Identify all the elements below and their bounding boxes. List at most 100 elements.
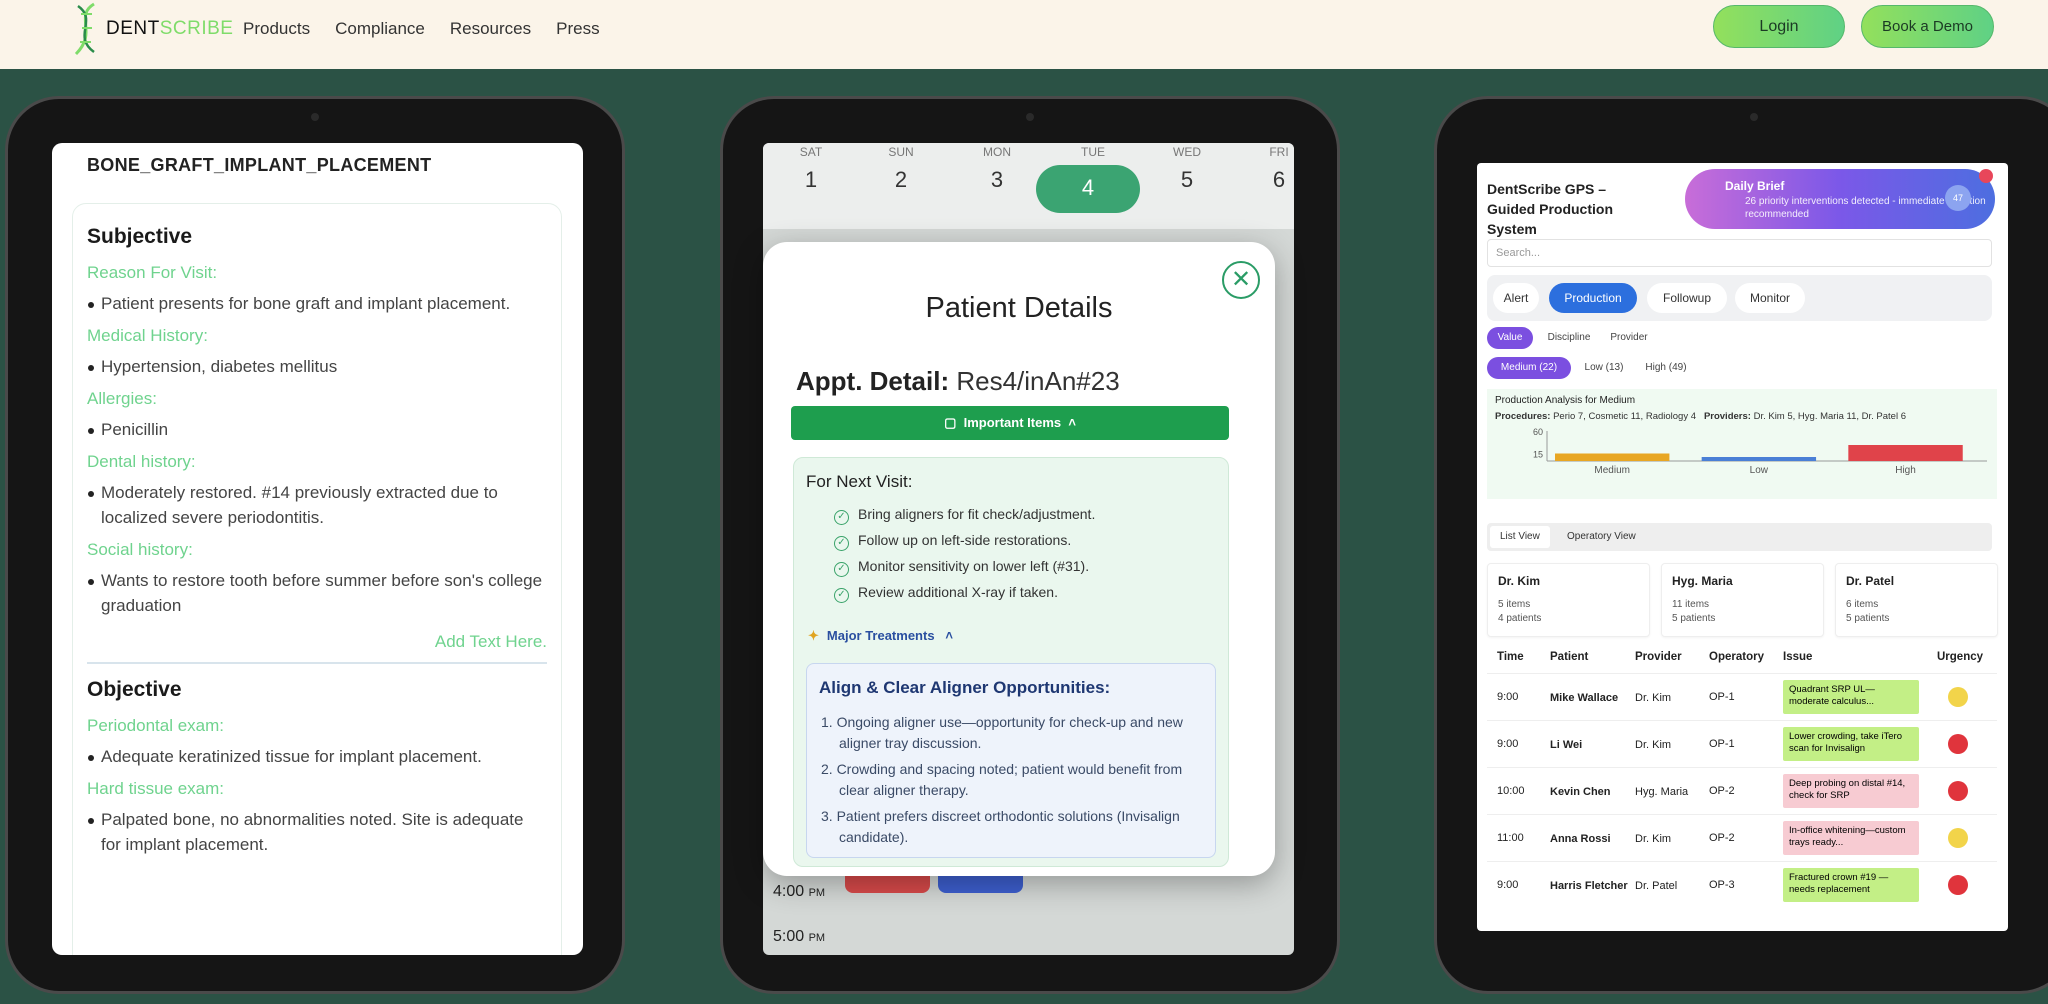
row-time: 9:00 bbox=[1497, 691, 1519, 703]
urgency-indicator bbox=[1948, 781, 1968, 801]
row-issue[interactable]: Lower crowding, take iTero scan for Invi… bbox=[1783, 727, 1919, 761]
daily-brief-banner[interactable]: Daily Brief 26 priority interventions de… bbox=[1685, 169, 1995, 229]
operatory-view-button[interactable]: Operatory View bbox=[1557, 526, 1646, 548]
provider-name: Dr. Kim bbox=[1498, 574, 1541, 588]
section-item[interactable]: Wants to restore tooth before summer bef… bbox=[87, 568, 547, 618]
filter-value[interactable]: Value bbox=[1487, 327, 1533, 349]
provider-name: Dr. Patel bbox=[1846, 574, 1895, 588]
section-item[interactable]: Moderately restored. #14 previously extr… bbox=[87, 480, 547, 530]
check-circle-icon: ✓ bbox=[834, 562, 849, 577]
menu-compliance[interactable]: Compliance bbox=[335, 17, 425, 41]
level-low[interactable]: Low (13) bbox=[1577, 357, 1631, 379]
provider-card[interactable]: Dr. Kim 5 items 4 patients bbox=[1487, 563, 1650, 637]
table-row[interactable]: 10:00 Kevin Chen Hyg. Maria OP-2 Deep probin… bbox=[1487, 767, 1997, 814]
provider-card[interactable]: Dr. Patel 6 items 5 patients bbox=[1835, 563, 1998, 637]
providers-label: Providers: bbox=[1703, 411, 1751, 422]
week-header: SAT 1 SUN 2 MON 3 TUE 4 WED 5 FRI 6 bbox=[763, 143, 1294, 229]
section-item[interactable]: Patient presents for bone graft and impl… bbox=[87, 291, 547, 316]
table-row[interactable]: 9:00 Li Wei Dr. Kim OP-1 Lower crowding, tak… bbox=[1487, 720, 1997, 767]
day-wed[interactable]: WED 5 bbox=[1157, 143, 1217, 193]
filter-provider[interactable]: Provider bbox=[1601, 327, 1657, 349]
day-name: WED bbox=[1173, 145, 1201, 159]
level-high[interactable]: High (49) bbox=[1637, 357, 1695, 379]
row-time: 11:00 bbox=[1497, 832, 1524, 844]
aligner-heading: Align & Clear Aligner Opportunities: bbox=[819, 678, 1111, 697]
divider bbox=[87, 662, 547, 664]
section-item[interactable]: Hypertension, diabetes mellitus bbox=[87, 354, 547, 379]
day-tue-selected[interactable]: 4 bbox=[1036, 165, 1140, 213]
table-row[interactable]: 9:00 Mike Wallace Dr. Kim OP-1 Quadrant SRP … bbox=[1487, 673, 1997, 720]
main-menu: Products Compliance Resources Press bbox=[243, 17, 625, 41]
section-item[interactable]: Penicillin bbox=[87, 417, 547, 442]
provider-card[interactable]: Hyg. Maria 11 items 5 patients bbox=[1661, 563, 1824, 637]
day-number: 6 bbox=[1272, 167, 1286, 192]
check-circle-icon: ✓ bbox=[834, 510, 849, 525]
procedures-label: Procedures: bbox=[1495, 411, 1551, 422]
row-issue[interactable]: Fractured crown #19 — needs replacement bbox=[1783, 868, 1919, 902]
section-label: Allergies: bbox=[87, 389, 157, 408]
checklist-item[interactable]: ✓ Review additional X-ray if taken. bbox=[834, 584, 1058, 603]
menu-press[interactable]: Press bbox=[556, 17, 599, 41]
major-treatments-toggle[interactable]: ✦ Major Treatments ˄ bbox=[808, 628, 953, 644]
section-label: Periodontal exam: bbox=[87, 716, 225, 735]
aligner-item: 1. Ongoing aligner use—opportunity for c… bbox=[821, 714, 1183, 751]
section-item[interactable]: Palpated bone, no abnormalities noted. S… bbox=[87, 807, 547, 857]
row-issue[interactable]: Deep probing on distal #14, check for SR… bbox=[1783, 774, 1919, 808]
level-medium[interactable]: Medium (22) bbox=[1487, 357, 1571, 379]
camera-dot bbox=[1750, 113, 1758, 121]
menu-resources[interactable]: Resources bbox=[450, 17, 531, 41]
chart-bar bbox=[1701, 457, 1817, 461]
avatar[interactable]: 47 bbox=[1945, 185, 1971, 211]
list-view-button[interactable]: List View bbox=[1490, 526, 1550, 548]
book-demo-button[interactable]: Book a Demo bbox=[1861, 5, 1994, 48]
row-operatory: OP-2 bbox=[1709, 832, 1735, 844]
table-row[interactable]: 9:00 Harris Fletcher Dr. Patel OP-3 Fracture… bbox=[1487, 861, 1997, 908]
search-input[interactable]: Search... bbox=[1487, 239, 1992, 267]
chart-x-label: Medium bbox=[1594, 465, 1630, 476]
section-label: Social history: bbox=[87, 540, 193, 559]
view-toggle: List View Operatory View bbox=[1487, 523, 1992, 551]
next-visit-heading: For Next Visit: bbox=[806, 472, 913, 491]
tab-followup[interactable]: Followup bbox=[1647, 283, 1727, 313]
row-time: 10:00 bbox=[1497, 785, 1525, 797]
chevron-up-icon: ˄ bbox=[1068, 415, 1076, 430]
tab-production[interactable]: Production bbox=[1549, 283, 1637, 313]
day-fri[interactable]: FRI 6 bbox=[1249, 143, 1294, 193]
checklist-item[interactable]: ✓ Bring aligners for fit check/adjustment… bbox=[834, 506, 1095, 525]
col-patient: Patient bbox=[1550, 651, 1589, 663]
chart-x-label: Low bbox=[1750, 465, 1769, 476]
checklist-item[interactable]: ✓ Monitor sensitivity on lower left (#31)… bbox=[834, 558, 1089, 577]
analysis-details: Procedures: Perio 7, Cosmetic 11, Radiol… bbox=[1495, 411, 1906, 422]
tab-monitor[interactable]: Monitor bbox=[1735, 283, 1805, 313]
check-circle-icon: ✓ bbox=[834, 588, 849, 603]
row-issue[interactable]: Quadrant SRP UL—moderate calculus... bbox=[1783, 680, 1919, 714]
subjective-heading: Subjective bbox=[87, 225, 193, 248]
row-time: 9:00 bbox=[1497, 879, 1519, 891]
tab-alert[interactable]: Alert bbox=[1493, 283, 1539, 313]
logo[interactable]: DENTSCRIBE bbox=[64, 2, 233, 56]
provider-patients: 5 patients bbox=[1672, 613, 1716, 624]
day-number: 3 bbox=[990, 167, 1004, 192]
objective-heading: Objective bbox=[87, 678, 182, 701]
chart-y-tick: 15 bbox=[1533, 450, 1543, 460]
filter-discipline[interactable]: Discipline bbox=[1539, 327, 1599, 349]
day-tue-label: TUE bbox=[1063, 143, 1123, 159]
important-items-toggle[interactable]: ▢ Important Items ˄ bbox=[791, 406, 1229, 440]
time-slot-4pm: 4:00 PM bbox=[773, 883, 853, 901]
day-mon[interactable]: MON 3 bbox=[967, 143, 1027, 193]
day-sat[interactable]: SAT 1 bbox=[781, 143, 841, 193]
section-item[interactable]: Adequate keratinized tissue for implant … bbox=[87, 744, 547, 769]
checklist-item[interactable]: ✓ Follow up on left-side restorations. bbox=[834, 532, 1071, 551]
login-button[interactable]: Login bbox=[1713, 5, 1845, 48]
row-issue[interactable]: In-office whitening—custom trays ready..… bbox=[1783, 821, 1919, 855]
day-sun[interactable]: SUN 2 bbox=[871, 143, 931, 193]
menu-products[interactable]: Products bbox=[243, 17, 310, 41]
time-ampm: PM bbox=[808, 887, 826, 899]
aligner-item: 2. Crowding and spacing noted; patient w… bbox=[821, 761, 1183, 798]
add-text-link[interactable]: Add Text Here. bbox=[87, 632, 547, 652]
gps-tabs: Alert Production Followup Monitor bbox=[1487, 275, 1992, 321]
row-provider: Dr. Kim bbox=[1635, 692, 1672, 704]
table-row[interactable]: 11:00 Anna Rossi Dr. Kim OP-2 In-office whit… bbox=[1487, 814, 1997, 861]
chart-bar bbox=[1848, 445, 1963, 461]
day-name: MON bbox=[983, 145, 1011, 159]
